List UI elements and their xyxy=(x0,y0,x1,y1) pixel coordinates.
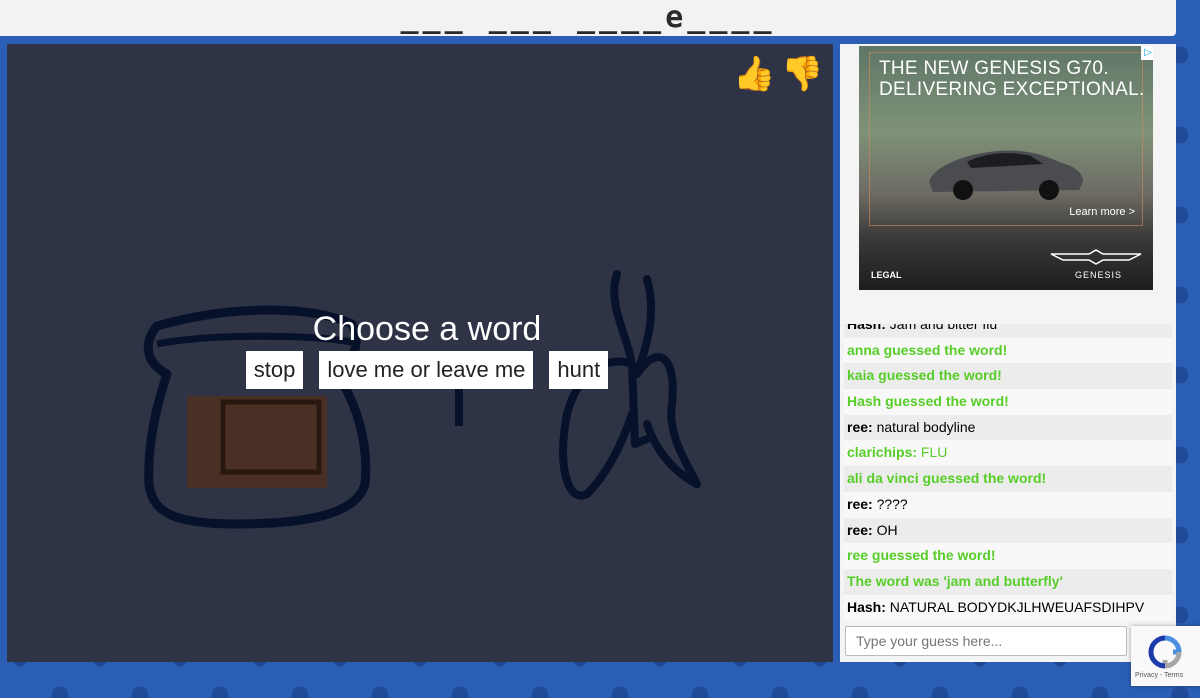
recaptcha-badge[interactable]: Privacy - Terms xyxy=(1131,626,1200,686)
chat-message: ree: natural bodyline xyxy=(844,414,1172,441)
word-hint: ___ ___ ____e____ xyxy=(400,0,776,35)
word-hint-bar: ___ ___ ____e____ xyxy=(0,0,1176,36)
thumbs-up-icon[interactable]: 👍 xyxy=(733,52,775,96)
chat-message: ree: OH xyxy=(844,517,1172,544)
genesis-logo-icon xyxy=(1050,249,1142,265)
ad-headline: THE NEW GENESIS G70. DELIVERING EXCEPTIO… xyxy=(879,58,1145,100)
word-choice-stop[interactable]: stop xyxy=(245,351,304,389)
ad-headline-line-2: DELIVERING EXCEPTIONAL. xyxy=(879,79,1145,100)
chat-message: kaia guessed the word! xyxy=(844,363,1172,390)
ad-info-icon[interactable]: ▷ xyxy=(1141,46,1153,60)
chat-message: The word was 'jam and butterfly' xyxy=(844,568,1172,595)
guess-input[interactable] xyxy=(845,626,1127,656)
chat-message: Hash: NATURAL BODYDKJLHWEUAFSDIHPV xyxy=(844,594,1172,621)
chat-message: ree guessed the word! xyxy=(844,543,1172,569)
advertisement[interactable]: THE NEW GENESIS G70. DELIVERING EXCEPTIO… xyxy=(859,46,1153,290)
chat-message: clarichips: FLU xyxy=(844,440,1172,467)
chat-message: Hash guessed the word! xyxy=(844,389,1172,415)
recaptcha-icon xyxy=(1148,635,1182,669)
car-image xyxy=(929,150,1083,200)
chat-message: ali da vinci guessed the word! xyxy=(844,466,1172,492)
chat-message: anna guessed the word! xyxy=(844,337,1172,364)
chat-message: Hash: Jam and bitter flu xyxy=(844,324,1172,338)
chat-log[interactable]: Hash: Jam and bitter flu anna guessed th… xyxy=(844,324,1172,622)
thumbs-down-icon[interactable]: 👎 xyxy=(781,52,823,96)
recaptcha-links[interactable]: Privacy - Terms xyxy=(1135,672,1183,679)
chat-message: ree: ???? xyxy=(844,491,1172,518)
word-choice-hunt[interactable]: hunt xyxy=(549,351,609,389)
ad-learn-more-link[interactable]: Learn more > xyxy=(1069,206,1135,218)
choose-word-title: Choose a word xyxy=(312,310,542,348)
ad-brand-text: GENESIS xyxy=(1075,270,1123,280)
ad-legal-text: LEGAL xyxy=(871,270,902,280)
side-panel: THE NEW GENESIS G70. DELIVERING EXCEPTIO… xyxy=(840,44,1176,662)
drawing-canvas[interactable]: 👍 👎 Choose a word stop love me or leave … xyxy=(7,44,833,662)
word-choices: stop love me or leave me hunt xyxy=(7,351,847,389)
ad-headline-line-1: THE NEW GENESIS G70. xyxy=(879,58,1109,79)
word-choice-love-me-or-leave-me[interactable]: love me or leave me xyxy=(319,351,534,389)
